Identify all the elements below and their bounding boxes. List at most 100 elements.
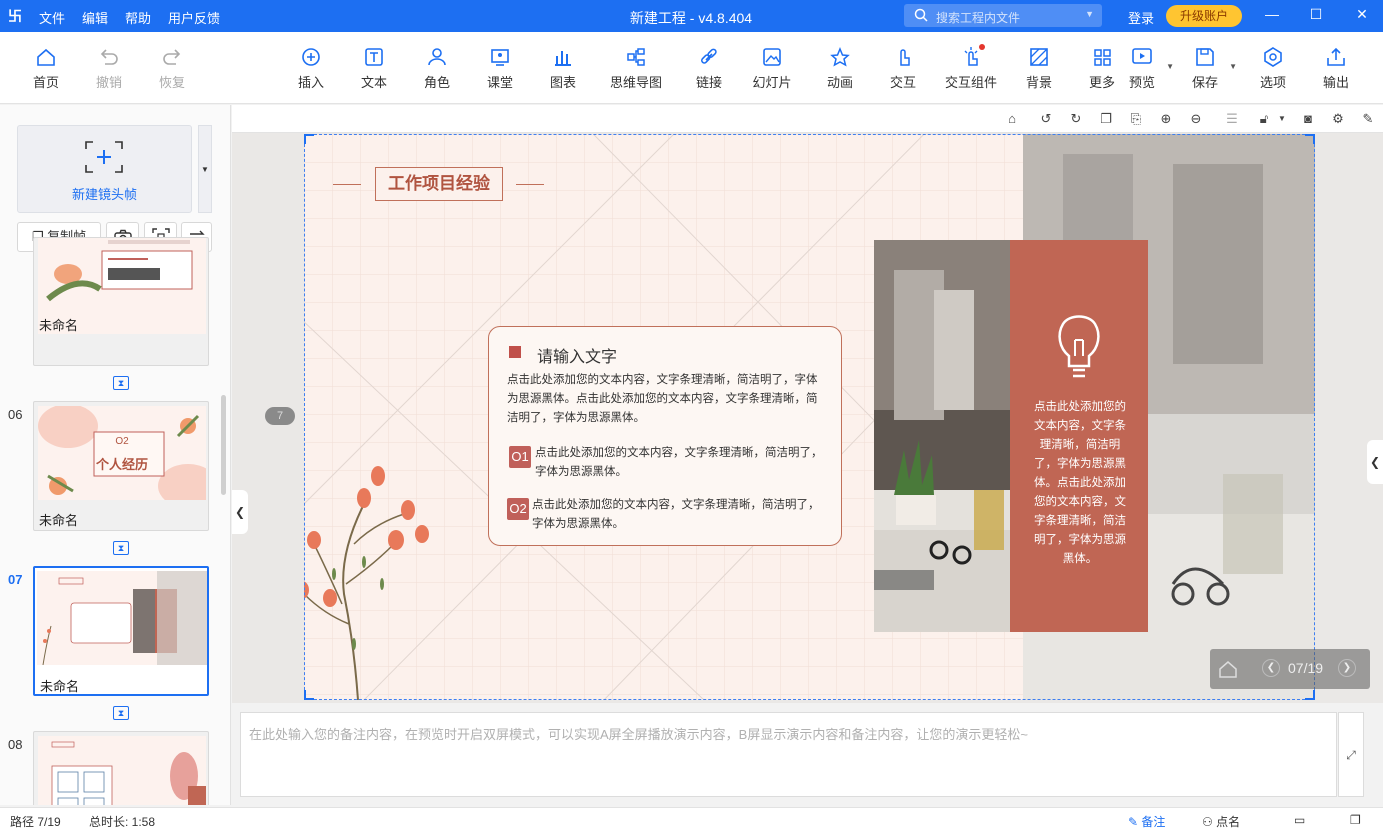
- mindmap-button[interactable]: 思维导图: [606, 46, 666, 91]
- frame-thumb-08[interactable]: [33, 731, 209, 805]
- collapse-right-panel[interactable]: ❮: [1367, 440, 1383, 484]
- content-paragraph[interactable]: 点击此处添加您的文本内容，文字条理清晰，简洁明了，字体为思源黑体。点击此处添加您…: [507, 371, 827, 428]
- desk-photo[interactable]: [874, 240, 1010, 632]
- item-text-2[interactable]: 点击此处添加您的文本内容，文字条理清晰，简洁明了，字体为思源黑体。: [532, 496, 824, 534]
- save-dropdown-icon[interactable]: ▼: [1229, 62, 1237, 71]
- preview-dropdown-icon[interactable]: ▼: [1166, 62, 1174, 71]
- prev-page-icon[interactable]: ❮: [1262, 659, 1280, 677]
- project-search[interactable]: 搜索工程内文件 ▼: [904, 4, 1102, 27]
- menu-help[interactable]: 帮助: [125, 8, 151, 27]
- duration-status: 总时长: 1:58: [89, 815, 156, 829]
- screen-icon[interactable]: ▭: [1294, 813, 1305, 827]
- notes-toggle-button[interactable]: ✎ 备注: [1128, 813, 1165, 830]
- rotate-right-icon[interactable]: ↻: [1068, 111, 1084, 127]
- link-icon: [700, 48, 717, 64]
- frame-thumb-06[interactable]: O2 个人经历 未命名: [33, 401, 209, 531]
- home-icon[interactable]: [1218, 659, 1238, 679]
- notes-toggle-label: 备注: [1141, 815, 1166, 829]
- chart-button[interactable]: 图表: [533, 46, 593, 91]
- options-icon: [1264, 47, 1282, 67]
- slide-canvas[interactable]: 工作项目经验 请输入文字 点击此处添加您的文本内容，文字条理清晰，简洁明了，字体…: [304, 134, 1315, 700]
- frame-thumb-07[interactable]: 未命名: [33, 566, 209, 696]
- new-frame-dropdown[interactable]: ▼: [198, 125, 212, 213]
- rotate-left-icon[interactable]: ↺: [1038, 111, 1054, 127]
- insert-button[interactable]: 插入: [281, 46, 341, 91]
- insert-label: 插入: [297, 75, 324, 90]
- frame-number: 07: [8, 572, 23, 587]
- undo-button[interactable]: 撤销: [79, 46, 139, 91]
- edit-icon[interactable]: ✎: [1360, 111, 1376, 127]
- canvas-toolbar: ⌂ ↺ ↻ ❐ ⎘ ⊕ ⊖ ☰ 🔓︎ ▼ ◙ ⚙ ✎: [232, 105, 1383, 133]
- frame-name: 未命名: [39, 513, 79, 528]
- interaction-component-button[interactable]: 交互组件: [941, 44, 1001, 91]
- next-page-icon[interactable]: ❯: [1338, 659, 1356, 677]
- lock-icon[interactable]: 🔓︎: [1256, 111, 1272, 127]
- upgrade-button[interactable]: 升级账户: [1166, 5, 1242, 27]
- background-button[interactable]: 背景: [1009, 46, 1069, 91]
- search-input[interactable]: 搜索工程内文件: [936, 9, 1020, 26]
- settings-icon[interactable]: ⚙: [1330, 111, 1346, 127]
- menu-feedback[interactable]: 用户反馈: [168, 8, 220, 27]
- item-text-1[interactable]: 点击此处添加您的文本内容，文字条理清晰，简洁明了，字体为思源黑体。: [535, 444, 827, 482]
- save-button[interactable]: 保存 ▼: [1175, 46, 1237, 91]
- animation-button[interactable]: 动画: [810, 46, 870, 91]
- new-frame-button[interactable]: 新建镜头帧: [17, 125, 192, 213]
- zoom-out-icon[interactable]: ⊖: [1188, 111, 1204, 127]
- align-icon[interactable]: ☰: [1224, 111, 1240, 127]
- redo-button[interactable]: 恢复: [142, 46, 202, 91]
- transition-icon[interactable]: ⧗: [113, 706, 129, 720]
- rollcall-button[interactable]: ⚇ 点名: [1202, 813, 1240, 830]
- frame-name: 未命名: [40, 679, 80, 694]
- menu-edit[interactable]: 编辑: [82, 8, 108, 27]
- rollcall-label: 点名: [1216, 815, 1241, 829]
- panel-scrollbar[interactable]: [221, 395, 226, 495]
- login-link[interactable]: 登录: [1128, 8, 1154, 27]
- preview-button[interactable]: 预览 ▼: [1112, 46, 1174, 91]
- interaction-label: 交互: [889, 75, 916, 90]
- frame-number-badge: 7: [265, 407, 295, 425]
- notes-input[interactable]: 在此处输入您的备注内容，在预览时开启双屏模式，可以实现A屏全屏播放演示内容，B屏…: [240, 712, 1337, 797]
- path-status: 路径 7/19: [10, 815, 61, 829]
- slide-button[interactable]: 幻灯片: [742, 46, 802, 91]
- expand-notes-icon[interactable]: ⤢: [1338, 712, 1364, 797]
- frame-thumb-05[interactable]: 未命名: [33, 237, 209, 366]
- transition-icon[interactable]: ⧗: [113, 541, 129, 555]
- red-info-panel[interactable]: 点击此处添加您的文本内容，文字条理清晰，简洁明了，字体为思源黑体。点击此处添加您…: [1010, 240, 1148, 632]
- screenshot-icon[interactable]: ◙: [1300, 111, 1316, 127]
- chevron-down-icon[interactable]: ▼: [1085, 9, 1094, 19]
- export-label: 输出: [1322, 75, 1349, 90]
- interaction-button[interactable]: 交互: [873, 46, 933, 91]
- content-textbox[interactable]: 请输入文字 点击此处添加您的文本内容，文字条理清晰，简洁明了，字体为思源黑体。点…: [488, 326, 842, 546]
- slide-title[interactable]: 工作项目经验: [375, 167, 503, 201]
- chevron-left-icon: ❮: [1369, 455, 1381, 469]
- paste-icon[interactable]: ⎘: [1128, 111, 1144, 127]
- chevron-left-icon: ❮: [234, 505, 246, 519]
- collapse-left-panel[interactable]: ❮: [232, 490, 248, 534]
- minimize-icon[interactable]: —: [1262, 6, 1282, 22]
- home-view-icon[interactable]: ⌂: [1004, 111, 1020, 127]
- menu-file[interactable]: 文件: [39, 8, 65, 27]
- maximize-icon[interactable]: ☐: [1306, 6, 1326, 23]
- lightbulb-icon: [1058, 315, 1100, 378]
- new-frame-label: 新建镜头帧: [71, 187, 137, 202]
- slide-icon: [763, 48, 781, 66]
- window-mode-icon[interactable]: ❐: [1350, 813, 1361, 827]
- export-button[interactable]: 输出: [1306, 46, 1366, 91]
- close-icon[interactable]: ✕: [1352, 6, 1372, 23]
- link-button[interactable]: 链接: [679, 46, 739, 91]
- frame-panel: 新建镜头帧 ▼ ❐ 复制帧 未命名 ⧗ 06: [0, 105, 231, 805]
- home-label: 首页: [32, 75, 59, 90]
- red-panel-text[interactable]: 点击此处添加您的文本内容，文字条理清晰，简洁明了，字体为思源黑体。点击此处添加您…: [1034, 398, 1126, 569]
- item-number-2: O2: [507, 498, 529, 520]
- mindmap-icon: [627, 48, 645, 66]
- options-button[interactable]: 选项: [1243, 46, 1303, 91]
- character-button[interactable]: 角色: [407, 46, 467, 91]
- content-heading[interactable]: 请输入文字: [537, 343, 617, 367]
- lock-dropdown-icon[interactable]: ▼: [1274, 111, 1290, 127]
- text-button[interactable]: 文本: [344, 46, 404, 91]
- zoom-in-icon[interactable]: ⊕: [1158, 111, 1174, 127]
- classroom-button[interactable]: 课堂: [470, 46, 530, 91]
- copy-icon[interactable]: ❐: [1098, 111, 1114, 127]
- home-button[interactable]: 首页: [16, 46, 76, 91]
- transition-icon[interactable]: ⧗: [113, 376, 129, 390]
